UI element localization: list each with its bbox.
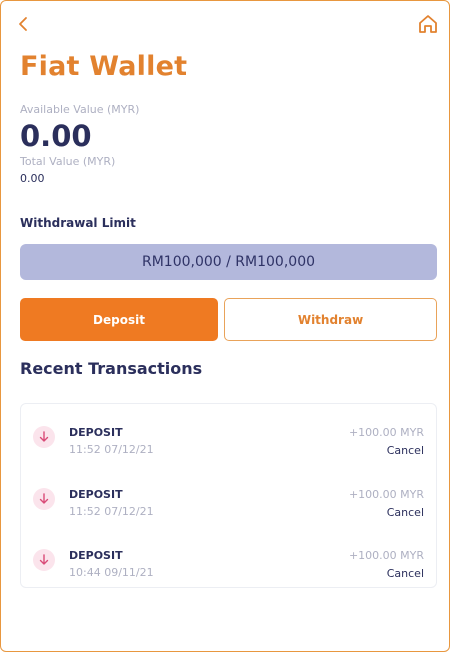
transaction-time: 10:44 09/11/21: [69, 566, 154, 579]
transaction-row[interactable]: DEPOSIT 11:52 07/12/21 +100.00 MYR Cance…: [21, 408, 436, 464]
transaction-type: DEPOSIT: [69, 426, 123, 439]
home-icon: [419, 15, 437, 33]
total-value: 0.00: [20, 172, 45, 185]
transaction-time: 11:52 07/12/21: [69, 443, 154, 456]
transaction-row[interactable]: DEPOSIT 10:44 09/11/21 +100.00 MYR Cance…: [21, 531, 436, 587]
transaction-amount: +100.00 MYR: [348, 426, 424, 439]
arrow-down-icon: [33, 549, 55, 571]
available-value-label: Available Value (MYR): [20, 103, 140, 116]
transaction-amount: +100.00 MYR: [348, 549, 424, 562]
wallet-screen: Fiat Wallet Available Value (MYR) 0.00 T…: [0, 0, 450, 652]
transaction-type: DEPOSIT: [69, 488, 123, 501]
transaction-time: 11:52 07/12/21: [69, 505, 154, 518]
arrow-down-icon: [33, 426, 55, 448]
available-value: 0.00: [20, 119, 92, 153]
recent-transactions-title: Recent Transactions: [20, 359, 203, 378]
page-title: Fiat Wallet: [20, 51, 188, 82]
transaction-row[interactable]: DEPOSIT 11:52 07/12/21 +100.00 MYR Cance…: [21, 470, 436, 526]
transaction-status: Cancel: [386, 567, 424, 580]
withdrawal-limit-value: RM100,000 / RM100,000: [141, 254, 316, 270]
transaction-status: Cancel: [386, 506, 424, 519]
withdraw-button[interactable]: Withdraw: [224, 298, 437, 341]
deposit-button[interactable]: Deposit: [20, 298, 218, 341]
total-value-label: Total Value (MYR): [20, 155, 116, 168]
arrow-down-icon: [33, 488, 55, 510]
transaction-amount: +100.00 MYR: [348, 488, 424, 501]
chevron-left-icon: [19, 17, 27, 31]
withdrawal-limit-label: Withdrawal Limit: [20, 216, 136, 230]
withdrawal-limit-bar: RM100,000 / RM100,000: [20, 244, 437, 280]
back-button[interactable]: [15, 15, 33, 33]
transaction-status: Cancel: [386, 444, 424, 457]
transaction-type: DEPOSIT: [69, 549, 123, 562]
transactions-list: DEPOSIT 11:52 07/12/21 +100.00 MYR Cance…: [20, 403, 437, 588]
home-button[interactable]: [417, 13, 439, 35]
